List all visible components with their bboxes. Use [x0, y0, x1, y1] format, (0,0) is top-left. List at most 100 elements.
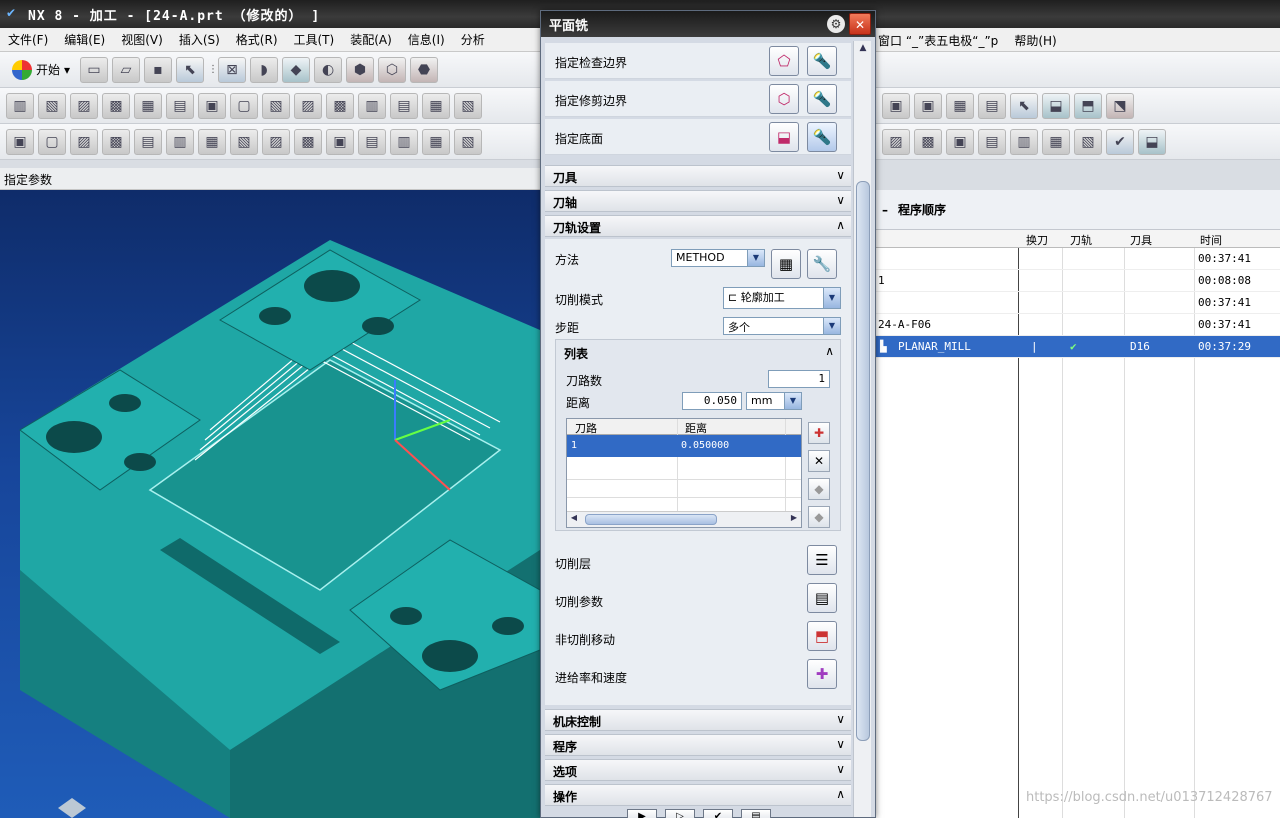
tool-icon-r4[interactable]: ▤ [978, 128, 1006, 155]
tool-icon-r3[interactable]: ▣ [946, 128, 974, 155]
generate-icon[interactable]: ▶ [627, 809, 657, 818]
menu-assembly[interactable]: 装配(A) [342, 31, 400, 48]
menu-help[interactable]: 帮助(H) [1006, 32, 1064, 49]
dialog-close-button[interactable]: ✕ [849, 13, 871, 35]
graphics-viewport[interactable] [0, 190, 540, 818]
open-folder-icon[interactable]: ▱ [112, 56, 141, 83]
create-operation-icon[interactable]: ▦ [134, 92, 162, 119]
tool-icon-3[interactable]: ▨ [70, 128, 98, 155]
floor-select-icon[interactable]: ⬓ [769, 122, 799, 152]
dialog-scrollbar[interactable]: ▲ [853, 41, 871, 817]
toolbar-icon-c[interactable]: ▦ [946, 92, 974, 119]
section-options[interactable]: 选项 ∨ [545, 759, 851, 781]
toolbar-icon-a[interactable]: ▣ [882, 92, 910, 119]
section-tool[interactable]: 刀具 ∨ [545, 165, 851, 187]
trim-boundary-select-icon[interactable]: ⬡ [769, 84, 799, 114]
menu-file[interactable]: 文件(F) [0, 31, 56, 48]
verify-icon[interactable]: ✔ [703, 809, 733, 818]
render-style-icon[interactable]: ◗ [250, 56, 279, 83]
tool-icon-15[interactable]: ▧ [454, 128, 482, 155]
cube-red-icon[interactable]: ⬡ [378, 56, 407, 83]
tool-icon-2[interactable]: ▢ [38, 128, 66, 155]
table-hscrollbar[interactable]: ◀ ▶ [567, 511, 801, 527]
cut-mode-select[interactable]: ⊏ 轮廓加工 ▼ [723, 287, 841, 309]
scroll-right-icon[interactable]: ▶ [787, 513, 801, 526]
check-boundary-display-icon[interactable]: 🔦 [807, 46, 837, 76]
toolbar-icon-b[interactable]: ▣ [914, 92, 942, 119]
floor-display-icon[interactable]: 🔦 [807, 122, 837, 152]
tool-icon-1[interactable]: ▣ [6, 128, 34, 155]
navigator-row[interactable]: 1 00:08:08 [876, 270, 1280, 292]
program-view-icon[interactable]: ▤ [166, 92, 194, 119]
toolbar-icon-e[interactable]: ⬉ [1010, 92, 1038, 119]
tool-icon-14[interactable]: ▦ [422, 128, 450, 155]
col-time[interactable]: 时间 [1200, 232, 1222, 248]
navigator-row-selected[interactable]: ▙ PLANAR_MILL | ✔ D16 00:37:29 [876, 336, 1280, 358]
tool-icon-r9[interactable]: ⬓ [1138, 128, 1166, 155]
add-pass-icon[interactable]: ✚ [808, 422, 830, 444]
menu-analysis[interactable]: 分析 [453, 31, 493, 48]
machine-view-icon[interactable]: ▣ [198, 92, 226, 119]
section-view-icon[interactable]: ⬢ [346, 56, 375, 83]
navigator-row[interactable]: 00:37:41 [876, 292, 1280, 314]
list-icon[interactable]: ▤ [741, 809, 771, 818]
shop-docs-icon[interactable]: ▦ [422, 92, 450, 119]
menu-format[interactable]: 格式(R) [228, 31, 286, 48]
save-icon[interactable]: ▪ [144, 56, 173, 83]
section-machine-control[interactable]: 机床控制 ∨ [545, 709, 851, 731]
scroll-left-icon[interactable]: ◀ [567, 513, 581, 526]
tool-icon-9[interactable]: ▨ [262, 128, 290, 155]
feeds-speeds-icon[interactable]: ✚ [807, 659, 837, 689]
output-cls-icon[interactable]: ▧ [454, 92, 482, 119]
cut-levels-icon[interactable]: ☰ [807, 545, 837, 575]
dialog-titlebar[interactable]: 平面铣 [541, 11, 875, 37]
method-wrench-icon[interactable]: 🔧 [807, 249, 837, 279]
edit-method-icon[interactable]: ▦ [771, 249, 801, 279]
tool-icon-r7[interactable]: ▧ [1074, 128, 1102, 155]
orient-view-icon[interactable]: ◐ [314, 56, 343, 83]
tool-icon-6[interactable]: ▥ [166, 128, 194, 155]
tool-icon-13[interactable]: ▥ [390, 128, 418, 155]
section-cut-icon[interactable]: ⬣ [410, 56, 439, 83]
scroll-thumb[interactable] [585, 514, 717, 525]
non-cut-moves-icon[interactable]: ⬒ [807, 621, 837, 651]
tool-icon-r2[interactable]: ▩ [914, 128, 942, 155]
stepover-select[interactable]: 多个 ▼ [723, 317, 841, 335]
toolbar-icon-g[interactable]: ⬒ [1074, 92, 1102, 119]
section-program[interactable]: 程序 ∨ [545, 734, 851, 756]
section-path-settings[interactable]: 刀轨设置 ∧ [545, 215, 851, 237]
delete-pass-icon[interactable]: ✕ [808, 450, 830, 472]
toolbar-icon-d[interactable]: ▤ [978, 92, 1006, 119]
tool-icon-8[interactable]: ▧ [230, 128, 258, 155]
menu-view[interactable]: 视图(V) [113, 31, 171, 48]
geometry-view-icon[interactable]: ▢ [230, 92, 258, 119]
tool-icon-r6[interactable]: ▦ [1042, 128, 1070, 155]
generate-path-icon[interactable]: ▨ [294, 92, 322, 119]
verify-path-icon[interactable]: ▥ [358, 92, 386, 119]
chevron-up-icon[interactable]: ∧ [825, 344, 834, 358]
create-tool-icon[interactable]: ▧ [38, 92, 66, 119]
check-boundary-select-icon[interactable]: ⬠ [769, 46, 799, 76]
menu-tools[interactable]: 工具(T) [286, 31, 343, 48]
move-down-icon[interactable]: ◆ [808, 506, 830, 528]
postprocess-icon[interactable]: ▤ [390, 92, 418, 119]
passes-input[interactable]: 1 [768, 370, 830, 388]
method-view-icon[interactable]: ▧ [262, 92, 290, 119]
new-file-icon[interactable]: ▭ [80, 56, 109, 83]
move-up-icon[interactable]: ◆ [808, 478, 830, 500]
distance-unit-select[interactable]: mm ▼ [746, 392, 802, 410]
replay-path-icon[interactable]: ▩ [326, 92, 354, 119]
scroll-thumb[interactable] [856, 181, 870, 741]
menu-insert[interactable]: 插入(S) [171, 31, 228, 48]
toolbar-icon-f[interactable]: ⬓ [1042, 92, 1070, 119]
replay-icon[interactable]: ▷ [665, 809, 695, 818]
menu-window[interactable]: 窗口 “_”表五电极“_”p [870, 32, 1006, 49]
col-tool[interactable]: 刀具 [1130, 232, 1152, 248]
tool-icon-r5[interactable]: ▥ [1010, 128, 1038, 155]
col-toolpath[interactable]: 刀轨 [1070, 232, 1092, 248]
tool-icon-r1[interactable]: ▨ [882, 128, 910, 155]
tool-icon-10[interactable]: ▩ [294, 128, 322, 155]
cut-params-icon[interactable]: ▤ [807, 583, 837, 613]
table-row[interactable]: 1 0.050000 [567, 435, 801, 457]
tool-icon-11[interactable]: ▣ [326, 128, 354, 155]
